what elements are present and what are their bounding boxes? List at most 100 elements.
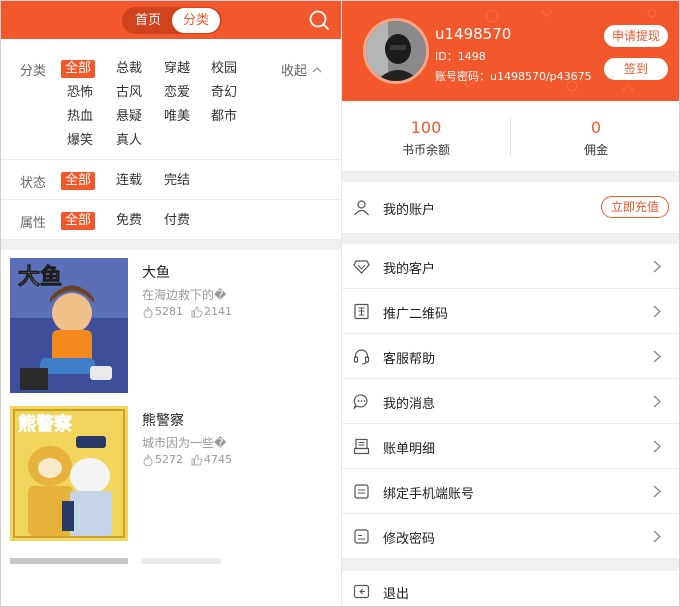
flame-icon xyxy=(143,453,153,466)
category-chip[interactable]: 热血 xyxy=(63,108,97,126)
withdraw-button[interactable]: 申请提现 xyxy=(604,25,668,47)
phone-bind-icon xyxy=(354,484,369,499)
search-icon[interactable] xyxy=(308,9,330,31)
section-gap xyxy=(342,172,679,182)
category-chip[interactable]: 悬疑 xyxy=(112,108,146,126)
menu-item-label: 账单明细 xyxy=(383,442,436,457)
chevron-right-icon xyxy=(653,260,661,273)
profile-header: u1498570 ID：1498 账号密码：u1498570/p43675 申请… xyxy=(342,1,679,101)
cover-illustration: 大鱼 xyxy=(10,258,128,393)
status-filter-label: 状态 xyxy=(20,176,47,191)
menu-item-my-customers[interactable]: 我的客户 xyxy=(342,244,679,289)
edit-password-icon xyxy=(354,529,369,544)
like-count: 4745 xyxy=(191,453,232,466)
category-chip[interactable]: 古风 xyxy=(112,84,146,102)
status-filter-row: 状态 全部 连载 完结 xyxy=(1,160,341,200)
avatar-image xyxy=(366,21,426,81)
book-description: 在海边救下的� xyxy=(142,288,227,302)
like-count: 2141 xyxy=(191,305,232,318)
logout-label: 退出 xyxy=(383,587,410,602)
cover-title-text: 熊警察 xyxy=(18,413,73,435)
menu-item-label: 绑定手机端账号 xyxy=(383,487,475,502)
thumbs-up-icon xyxy=(191,454,203,465)
tab-home[interactable]: 首页 xyxy=(125,7,171,34)
category-chip[interactable]: 都市 xyxy=(207,108,241,126)
user-center-panel: u1498570 ID：1498 账号密码：u1498570/p43675 申请… xyxy=(341,1,679,606)
attribute-chip-all[interactable]: 全部 xyxy=(61,212,96,230)
status-chip[interactable]: 连载 xyxy=(112,172,146,190)
sign-in-button[interactable]: 签到 xyxy=(604,58,668,80)
book-item[interactable]: 大鱼 大鱼 在海边救下的� 5281 2141 xyxy=(1,250,341,398)
hot-count: 5281 xyxy=(142,305,183,318)
logout-icon xyxy=(353,584,370,599)
menu-item-label: 我的账户 xyxy=(383,203,436,218)
book-title[interactable]: 大鱼 xyxy=(142,262,170,282)
coin-balance-value: 100 xyxy=(410,118,442,137)
section-gap xyxy=(342,234,679,244)
menu-item-bill-details[interactable]: 账单明细 xyxy=(342,424,679,469)
chevron-right-icon xyxy=(653,440,661,453)
menu-item-label: 我的消息 xyxy=(383,397,436,412)
book-cover-partial xyxy=(10,558,128,564)
book-stats: 5281 2141 xyxy=(142,305,240,318)
attribute-chip[interactable]: 免费 xyxy=(112,212,146,230)
coin-balance: 100 书币余额 xyxy=(342,119,510,158)
book-title[interactable]: 熊警察 xyxy=(142,410,184,430)
cover-title-text: 大鱼 xyxy=(18,264,62,290)
collapse-label: 收起 xyxy=(281,64,308,79)
tab-switcher: 首页 分类 xyxy=(122,7,222,34)
category-chip[interactable]: 唯美 xyxy=(160,108,194,126)
book-cover[interactable]: 熊警察 xyxy=(10,406,128,541)
logout-item[interactable]: 退出 xyxy=(342,571,679,606)
chevron-right-icon xyxy=(653,530,661,543)
cover-illustration: 熊警察 xyxy=(10,406,128,541)
category-chip-all[interactable]: 全部 xyxy=(61,60,96,78)
category-chip[interactable]: 恋爱 xyxy=(160,84,194,102)
flame-icon xyxy=(143,305,153,318)
chevron-right-icon xyxy=(653,395,661,408)
category-chip[interactable]: 校园 xyxy=(207,60,241,78)
book-cover[interactable]: 大鱼 xyxy=(10,258,128,393)
like-count-value: 4745 xyxy=(204,453,232,466)
receipt-icon xyxy=(353,438,370,455)
attribute-chip[interactable]: 付费 xyxy=(160,212,194,230)
menu-item-my-messages[interactable]: 我的消息 xyxy=(342,379,679,424)
status-chip[interactable]: 完结 xyxy=(160,172,194,190)
menu-item-my-account[interactable]: 我的账户 立即充值 xyxy=(342,182,679,234)
username: u1498570 xyxy=(435,25,512,43)
menu-item-change-password[interactable]: 修改密码 xyxy=(342,514,679,559)
avatar[interactable] xyxy=(363,18,429,84)
user-icon xyxy=(354,200,369,216)
tab-category[interactable]: 分类 xyxy=(172,8,220,33)
chevron-right-icon xyxy=(653,305,661,318)
balance-summary: 100 书币余额 0 佣金 xyxy=(342,101,679,172)
menu-item-bind-mobile[interactable]: 绑定手机端账号 xyxy=(342,469,679,514)
section-gap xyxy=(1,240,341,250)
commission-value: 0 xyxy=(590,118,602,137)
status-chip-all[interactable]: 全部 xyxy=(61,172,96,190)
category-chip[interactable]: 奇幻 xyxy=(207,84,241,102)
diamond-icon xyxy=(353,260,370,274)
thumbs-up-icon xyxy=(191,306,203,317)
hot-count-value: 5281 xyxy=(155,305,183,318)
headset-icon xyxy=(353,349,370,365)
collapse-toggle[interactable]: 收起 xyxy=(281,60,322,79)
chevron-up-icon xyxy=(312,66,322,72)
category-chip[interactable]: 总裁 xyxy=(112,60,146,78)
filter-section: 分类 全部 总裁 穿越 校园 恐怖 古风 恋爱 奇幻 热血 悬疑 唯美 都市 爆… xyxy=(1,39,341,240)
category-chip[interactable]: 真人 xyxy=(112,132,146,150)
hot-count-value: 5272 xyxy=(155,453,183,466)
menu-item-label: 客服帮助 xyxy=(383,352,436,367)
category-chip[interactable]: 穿越 xyxy=(160,60,194,78)
chevron-right-icon xyxy=(653,350,661,363)
category-chip[interactable]: 恐怖 xyxy=(63,84,97,102)
category-chip[interactable]: 爆笑 xyxy=(63,132,97,150)
section-gap xyxy=(342,559,679,571)
chevron-right-icon xyxy=(653,485,661,498)
book-item[interactable]: 熊警察 熊警察 城市因为一些� 5272 4745 xyxy=(1,398,341,546)
recharge-button[interactable]: 立即充值 xyxy=(601,196,669,218)
book-description: 城市因为一些� xyxy=(142,436,227,450)
user-id: ID：1498 xyxy=(435,50,486,63)
menu-item-customer-help[interactable]: 客服帮助 xyxy=(342,334,679,379)
menu-item-qr-code[interactable]: 推广二维码 xyxy=(342,289,679,334)
